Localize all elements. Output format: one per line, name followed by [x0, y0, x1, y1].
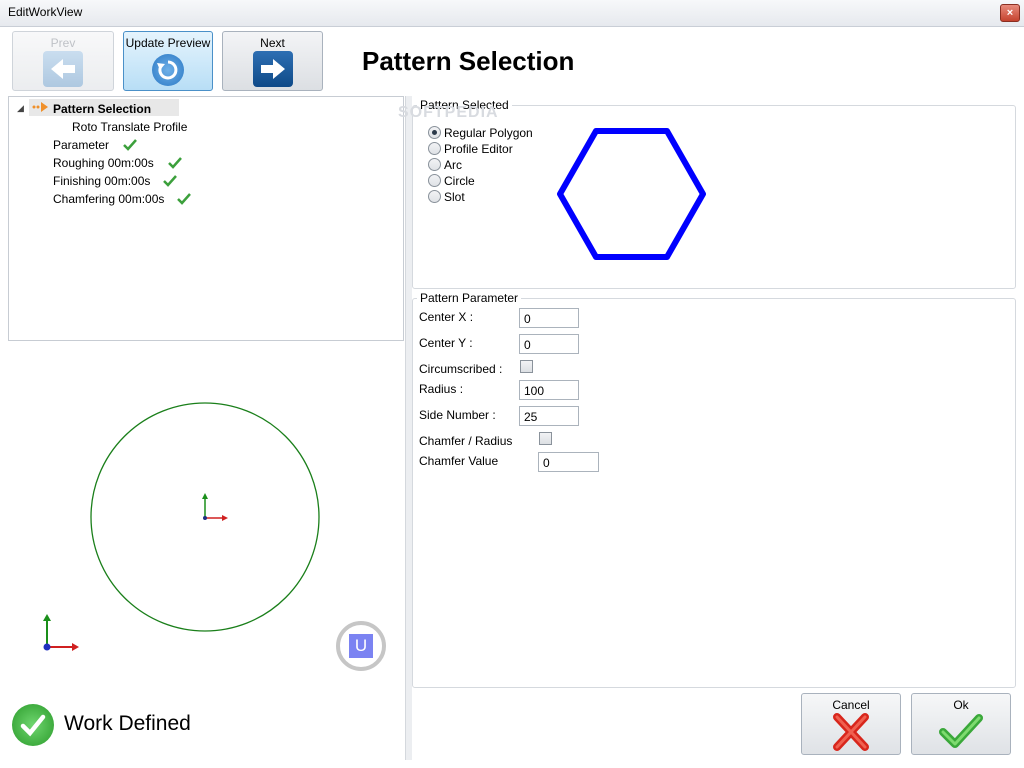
status-check-icon — [12, 704, 54, 746]
center-x-field[interactable]: 0 — [519, 308, 579, 328]
world-axes-icon — [43, 614, 79, 651]
radius-label: Radius : — [419, 382, 464, 396]
ok-button-label: Ok — [953, 698, 969, 712]
checkmark-icon — [123, 139, 137, 151]
origin-axes-icon — [202, 493, 228, 521]
hexagon-preview-icon — [557, 128, 706, 260]
checkmark-icon — [163, 175, 177, 187]
prev-button[interactable]: Prev — [12, 31, 114, 91]
next-button[interactable]: Next — [222, 31, 323, 91]
watermark: SOFTPEDIA — [398, 104, 499, 121]
radio-regular-polygon[interactable] — [428, 126, 441, 139]
tree-item-chamfering[interactable]: Chamfering 00m:00s — [53, 192, 164, 206]
page-title: Pattern Selection — [362, 46, 575, 76]
update-preview-button[interactable]: Update Preview — [123, 31, 213, 91]
chamfer-radius-checkbox[interactable] — [539, 432, 552, 445]
tree-collapse-icon[interactable]: ◢ — [17, 103, 24, 114]
cancel-button[interactable]: Cancel — [801, 693, 901, 755]
radio-circle[interactable] — [428, 174, 441, 187]
tree-item-finishing[interactable]: Finishing 00m:00s — [53, 174, 150, 188]
workflow-tree — [8, 96, 404, 341]
next-button-label: Next — [260, 36, 285, 50]
window-title: EditWorkView — [8, 5, 83, 19]
tree-item-roto-translate-profile[interactable]: Roto Translate Profile — [72, 120, 187, 134]
tree-item-roughing[interactable]: Roughing 00m:00s — [53, 156, 154, 170]
center-y-field[interactable]: 0 — [519, 334, 579, 354]
status-text: Work Defined — [64, 712, 191, 735]
cancel-x-icon — [833, 713, 869, 751]
prev-button-label: Prev — [50, 36, 76, 50]
cancel-button-label: Cancel — [832, 698, 870, 712]
pattern-parameter-group — [412, 298, 1016, 688]
circumscribed-label: Circumscribed : — [419, 362, 503, 376]
radio-label-regular-polygon: Regular Polygon — [444, 126, 533, 140]
tree-item-pattern-selection[interactable]: Pattern Selection — [53, 102, 151, 116]
ok-check-icon — [939, 714, 983, 748]
center-x-label: Center X : — [419, 310, 474, 324]
radius-field[interactable]: 100 — [519, 380, 579, 400]
radio-slot[interactable] — [428, 190, 441, 203]
arrow-left-icon — [43, 51, 83, 87]
radio-profile-editor[interactable] — [428, 142, 441, 155]
update-preview-label: Update Preview — [125, 36, 211, 50]
checkmark-icon — [168, 157, 182, 169]
chamfer-radius-label: Chamfer / Radius — [419, 434, 513, 448]
tree-item-parameter[interactable]: Parameter — [53, 138, 109, 152]
arrow-right-icon — [32, 101, 50, 116]
side-number-label: Side Number : — [419, 408, 496, 422]
chamfer-value-field[interactable]: 0 — [538, 452, 599, 472]
ok-button[interactable]: Ok — [911, 693, 1011, 755]
pattern-parameter-title: Pattern Parameter — [417, 291, 522, 305]
close-window-button[interactable]: × — [1000, 4, 1020, 22]
refresh-icon — [152, 54, 184, 86]
radio-label-arc: Arc — [444, 158, 462, 172]
chamfer-value-label: Chamfer Value — [419, 454, 499, 468]
radio-label-profile-editor: Profile Editor — [444, 142, 513, 156]
splitter[interactable] — [405, 96, 412, 760]
radio-label-circle: Circle — [444, 174, 475, 188]
side-number-field[interactable]: 25 — [519, 406, 579, 426]
ucs-label: U — [349, 634, 373, 658]
radio-label-slot: Slot — [444, 190, 465, 204]
arrow-right-icon — [252, 51, 293, 87]
center-y-label: Center Y : — [419, 336, 473, 350]
title-bar — [0, 0, 1024, 27]
ucs-toggle-button[interactable]: U — [336, 621, 386, 671]
circumscribed-checkbox[interactable] — [520, 360, 533, 373]
radio-arc[interactable] — [428, 158, 441, 171]
checkmark-icon — [177, 193, 191, 205]
